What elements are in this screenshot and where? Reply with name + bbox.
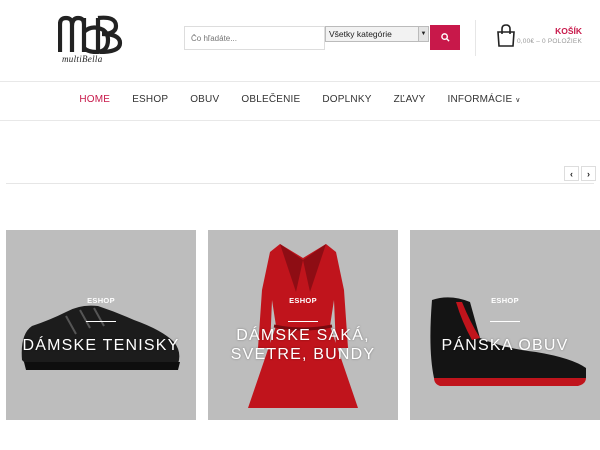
search-button[interactable] — [430, 25, 460, 50]
cart-title[interactable]: KOŠÍK — [555, 26, 582, 36]
category-select[interactable]: Všetky kategórie ▼ — [325, 26, 429, 42]
tile-title: DÁMSKE TENISKY — [22, 337, 180, 354]
chevron-left-icon: ‹ — [570, 168, 573, 179]
category-tile-sneakers[interactable]: ESHOP DÁMSKE TENISKY — [6, 230, 196, 420]
slider-prev-button[interactable]: ‹ — [564, 166, 579, 181]
slider-controls: ‹ › — [564, 166, 596, 181]
shopping-bag-icon[interactable] — [496, 24, 516, 48]
boot-image — [430, 297, 586, 386]
tile-rule — [86, 321, 116, 322]
nav-divider-line — [0, 120, 600, 121]
nav-item-informacie[interactable]: INFORMÁCIE ∨ — [448, 94, 521, 105]
tile-tag: ESHOP — [289, 296, 317, 305]
header-divider — [475, 20, 476, 56]
nav-item-doplnky[interactable]: DOPLNKY — [322, 94, 371, 105]
logo-monogram — [58, 15, 123, 54]
chevron-down-icon: ∨ — [515, 97, 521, 104]
site-logo[interactable]: multiBella — [58, 14, 130, 70]
sneaker-image — [21, 305, 180, 370]
cart-summary[interactable]: 0,00€ – 0 POLOŽIEK — [517, 38, 582, 45]
logo-tagline: multiBella — [62, 54, 103, 64]
category-select-value: Všetky kategórie — [329, 29, 392, 39]
tile-rule — [288, 321, 318, 322]
tile-title-line-2: SVETRE, BUNDY — [230, 346, 376, 363]
search-icon — [440, 33, 450, 42]
slider-divider-line — [6, 183, 594, 184]
nav-item-oblecenie[interactable]: OBLEČENIE — [241, 94, 300, 105]
nav-item-informacie-label: INFORMÁCIE — [447, 94, 513, 105]
nav-item-home[interactable]: HOME — [79, 94, 110, 105]
search-input[interactable] — [184, 26, 325, 50]
main-nav: HOME ESHOP OBUV OBLEČENIE DOPLNKY ZĽAVY … — [0, 94, 600, 105]
tile-rule — [490, 321, 520, 322]
header-divider-line — [0, 81, 600, 82]
chevron-down-icon: ▼ — [418, 27, 428, 41]
category-tile-coats[interactable]: ESHOP DÁMSKE SAKÁ, SVETRE, BUNDY — [208, 230, 398, 420]
coat-image — [248, 244, 358, 408]
slider-next-button[interactable]: › — [581, 166, 596, 181]
category-tile-mens-shoes[interactable]: ESHOP PÁNSKA OBUV — [410, 230, 600, 420]
tile-title-line-1: DÁMSKE SAKÁ, — [236, 327, 370, 344]
tile-title: PÁNSKA OBUV — [441, 337, 569, 354]
tile-tag: ESHOP — [491, 296, 519, 305]
nav-item-obuv[interactable]: OBUV — [190, 94, 219, 105]
nav-item-eshop[interactable]: ESHOP — [132, 94, 168, 105]
tile-tag: ESHOP — [87, 296, 115, 305]
nav-item-zlavy[interactable]: ZĽAVY — [394, 94, 426, 105]
chevron-right-icon: › — [587, 168, 590, 179]
